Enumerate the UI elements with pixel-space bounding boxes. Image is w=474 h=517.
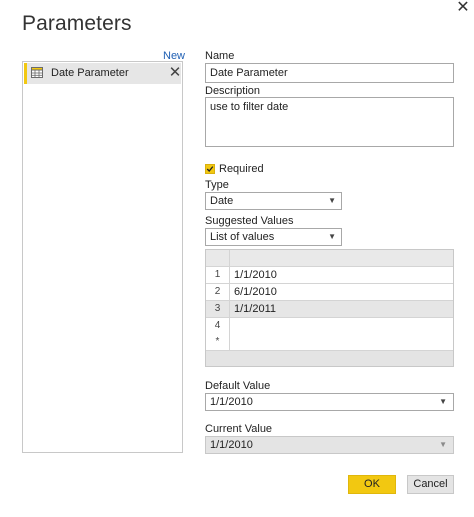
chevron-down-icon: ▼ — [439, 397, 447, 406]
type-dropdown[interactable]: Date ▼ — [205, 192, 342, 210]
dialog-title: Parameters — [22, 12, 132, 35]
name-field[interactable]: Date Parameter — [205, 63, 454, 83]
row-number: 4 — [206, 318, 230, 334]
cancel-button[interactable]: Cancel — [407, 475, 454, 494]
row-number: 3 — [206, 301, 230, 317]
suggested-values-dropdown[interactable]: List of values ▼ — [205, 228, 342, 246]
row-value[interactable]: 1/1/2010 — [234, 267, 277, 283]
current-value-dropdown: 1/1/2010 ▼ — [205, 436, 454, 454]
table-row[interactable]: 3 1/1/2011 — [206, 301, 453, 318]
table-row[interactable]: 4 — [206, 318, 453, 335]
values-grid-footer — [206, 351, 453, 366]
table-row[interactable]: 1 1/1/2010 — [206, 267, 453, 284]
parameter-list-item-label: Date Parameter — [51, 67, 129, 79]
chevron-down-icon: ▼ — [439, 440, 447, 449]
row-number: 2 — [206, 284, 230, 300]
default-value-dropdown[interactable]: 1/1/2010 ▼ — [205, 393, 454, 411]
type-dropdown-value: Date — [210, 195, 234, 207]
values-grid-header — [206, 250, 453, 267]
values-grid: 1 1/1/2010 2 6/1/2010 3 1/1/2011 4 * — [205, 249, 454, 367]
parameter-list-item[interactable]: Date Parameter ✕ — [24, 63, 181, 84]
default-value-label: Default Value — [205, 380, 271, 392]
close-icon[interactable]: ✕ — [454, 0, 472, 18]
parameter-list: Date Parameter ✕ — [22, 61, 183, 453]
ok-button[interactable]: OK — [348, 475, 396, 494]
row-value[interactable]: 1/1/2011 — [234, 301, 276, 317]
checkmark-icon — [206, 166, 214, 172]
table-row[interactable]: * — [206, 334, 453, 351]
row-value[interactable]: 6/1/2010 — [234, 284, 277, 300]
required-checkbox[interactable] — [205, 164, 215, 174]
description-field[interactable]: use to filter date — [205, 97, 454, 147]
current-value-label: Current Value — [205, 423, 273, 435]
remove-parameter-icon[interactable]: ✕ — [167, 64, 183, 82]
chevron-down-icon: ▼ — [328, 232, 336, 241]
suggested-values-label: Suggested Values — [205, 215, 294, 227]
table-icon — [31, 67, 43, 78]
row-number: * — [206, 334, 230, 350]
chevron-down-icon: ▼ — [328, 196, 336, 205]
type-label: Type — [205, 179, 229, 191]
default-value-dropdown-value: 1/1/2010 — [210, 396, 253, 408]
current-value-dropdown-value: 1/1/2010 — [210, 439, 253, 451]
description-label: Description — [205, 85, 261, 97]
suggested-values-dropdown-value: List of values — [210, 231, 275, 243]
row-number: 1 — [206, 267, 230, 283]
table-row[interactable]: 2 6/1/2010 — [206, 284, 453, 301]
name-label: Name — [205, 50, 235, 62]
required-label: Required — [219, 163, 264, 175]
